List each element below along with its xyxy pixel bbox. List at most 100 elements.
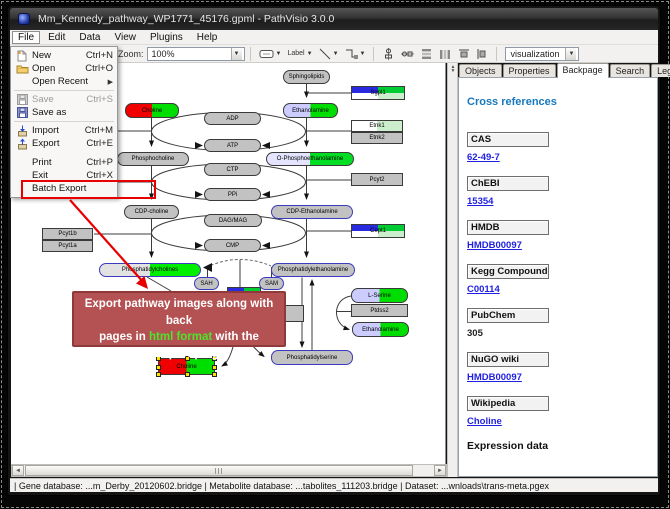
pathway-node-cdp-ethanolamine[interactable]: CDP-Ethanolamine (271, 205, 353, 219)
align-center-vertical-icon[interactable] (399, 46, 416, 61)
chevron-down-icon[interactable]: ▼ (276, 51, 282, 57)
pathway-node-cmp[interactable]: CMP (204, 239, 261, 252)
file-menu-item-print[interactable]: PrintCtrl+P (11, 156, 117, 169)
menu-help[interactable]: Help (191, 31, 224, 44)
xref-link[interactable]: HMDB00097 (467, 372, 649, 383)
pathway-node-ctp[interactable]: CTP (204, 163, 261, 176)
datanode-tool-button[interactable]: ▼ (257, 46, 284, 61)
scrollbar-thumb[interactable] (25, 465, 413, 476)
side-panel-tabs: ObjectsPropertiesBackpageSearchLegend (459, 64, 657, 78)
tab-objects[interactable]: Objects (459, 64, 502, 77)
pathway-node-atp[interactable]: ATP (204, 139, 261, 152)
pathway-node-phosphatidylethanolamine[interactable]: Phosphatidylethanolamine (271, 263, 355, 277)
pathway-node-etnk2[interactable]: Etnk2 (351, 132, 403, 144)
chevron-down-icon[interactable]: ▼ (333, 51, 339, 57)
chevron-down-icon[interactable]: ▼ (360, 51, 366, 57)
xref-section-nugo-wiki: NuGO wikiHMDB00097 (467, 352, 649, 383)
file-menu-item-batch-export[interactable]: Batch Export (11, 182, 117, 195)
cross-references-heading: Cross references (467, 96, 649, 108)
xref-link[interactable]: C00114 (467, 284, 649, 295)
file-menu-item-open-recent[interactable]: Open Recent▶ (11, 75, 117, 88)
menu-data[interactable]: Data (73, 31, 106, 44)
pathway-node-l-serine[interactable]: L-Serine (351, 288, 408, 303)
file-menu-item-export[interactable]: ExportCtrl+E (11, 137, 117, 150)
pathway-node-ethanolamine[interactable]: Ethanolamine (283, 103, 338, 118)
file-menu-item-open[interactable]: OpenCtrl+O (11, 62, 117, 75)
scroll-right-icon[interactable]: ► (434, 465, 446, 476)
tab-backpage[interactable]: Backpage (557, 63, 609, 78)
submenu-arrow-icon: ▶ (108, 78, 113, 86)
menu-separator (14, 90, 114, 91)
pathway-node-pcyt2[interactable]: Pcyt2 (351, 173, 403, 186)
pathway-node-ptdss2[interactable]: Ptdss2 (351, 304, 408, 317)
label-tool-button[interactable]: Label ▼ (285, 46, 314, 61)
selection-handle[interactable] (212, 372, 217, 377)
menu-view[interactable]: View (108, 31, 142, 44)
align-left-icon[interactable] (474, 46, 490, 61)
pathway-node-pcyt1b[interactable]: Pcyt1b (42, 228, 93, 240)
pathway-node-pcyt1a[interactable]: Pcyt1a (42, 240, 93, 252)
file-menu-item-save-as[interactable]: Save as (11, 106, 117, 119)
selection-handle[interactable] (212, 365, 217, 370)
chevron-down-icon[interactable]: ▼ (231, 48, 242, 60)
xref-link[interactable]: Choline (467, 416, 649, 427)
pathway-node-sphingolipids[interactable]: Sphingolipids (283, 70, 330, 84)
file-menu-item-save[interactable]: SaveCtrl+S (11, 93, 117, 106)
pathway-node-choline[interactable]: Choline (125, 103, 179, 118)
connector-tool-button[interactable]: ▼ (343, 46, 368, 61)
xref-link[interactable]: HMDB00097 (467, 240, 649, 251)
import-icon (14, 125, 30, 137)
pathway-node-cept1[interactable]: Cept1 (351, 224, 405, 238)
toolbar-separator (496, 47, 497, 61)
zoom-combobox[interactable]: 100% ▼ (147, 47, 245, 61)
align-top-icon[interactable] (456, 46, 472, 61)
pathway-node-phosphocholine[interactable]: Phosphocholine (117, 152, 189, 166)
align-center-horizontal-icon[interactable] (380, 46, 397, 61)
menu-item-shortcut: Ctrl+P (78, 157, 113, 168)
chevron-down-icon[interactable]: ▼ (565, 48, 576, 60)
menu-file[interactable]: File (12, 31, 40, 44)
node-label: Pcyt1b (58, 231, 76, 237)
tab-search[interactable]: Search (610, 64, 651, 77)
distribute-vertical-icon[interactable] (418, 46, 435, 61)
file-menu-item-new[interactable]: NewCtrl+N (11, 49, 117, 62)
pathway-node-dag-mag[interactable]: DAG/MAG (204, 214, 262, 227)
menu-item-label: Import (30, 125, 77, 136)
menu-plugins[interactable]: Plugins (144, 31, 189, 44)
tab-legend[interactable]: Legend (651, 64, 670, 77)
pathway-node-sah[interactable]: SAH (194, 277, 219, 290)
pathway-node-etnk1[interactable]: Etnk1 (351, 120, 403, 132)
xref-database-name: ChEBI (467, 176, 549, 191)
xref-link[interactable]: 62-49-7 (467, 152, 649, 163)
splitter-collapse-icon[interactable]: ▲▼ (449, 65, 457, 73)
node-label: Phosphatidylethanolamine (278, 267, 348, 273)
window-title: Mm_Kennedy_pathway_WP1771_45176.gpml - P… (38, 13, 334, 25)
xref-link[interactable]: 15354 (467, 196, 649, 207)
pathway-node-adp[interactable]: ADP (204, 112, 261, 125)
chevron-down-icon[interactable]: ▼ (307, 51, 313, 57)
file-menu-popup: NewCtrl+NOpenCtrl+OOpen Recent▶ SaveCtrl+… (10, 46, 118, 198)
pathway-node-sgpl1[interactable]: Sgpl1 (351, 86, 405, 100)
pathway-node-ppi[interactable]: PPi (204, 188, 261, 201)
tab-properties[interactable]: Properties (503, 64, 556, 77)
selection-handle[interactable] (156, 365, 161, 370)
file-menu-item-exit[interactable]: ExitCtrl+X (11, 169, 117, 182)
pathway-node-ethanolamine[interactable]: Ethanolamine (352, 322, 409, 337)
selection-handle[interactable] (156, 372, 161, 377)
pathway-node-sam[interactable]: SAM (259, 277, 284, 290)
menu-edit[interactable]: Edit (42, 31, 71, 44)
pathway-node-o-phosphoethanolamine[interactable]: O-Phosphoethanolamine (266, 152, 354, 166)
panel-splitter[interactable]: ▲▼ (447, 63, 458, 477)
menu-item-label: Save as (30, 107, 113, 118)
pathway-node-cdp-choline[interactable]: CDP-choline (124, 205, 179, 219)
xref-value: 305 (467, 328, 649, 339)
xref-section-pubchem: PubChem305 (467, 308, 649, 339)
scroll-left-icon[interactable]: ◄ (12, 465, 24, 476)
visualization-combobox[interactable]: visualization ▼ (505, 47, 579, 61)
distribute-horizontal-icon[interactable] (437, 46, 454, 61)
selection-handle[interactable] (185, 372, 190, 377)
canvas-horizontal-scrollbar[interactable]: ◄ ► (11, 464, 447, 477)
line-tool-button[interactable]: ▼ (317, 46, 341, 61)
file-menu-item-import[interactable]: ImportCtrl+M (11, 124, 117, 137)
pathway-node-phosphatidylcholines[interactable]: Phosphatidylcholines (99, 263, 201, 277)
